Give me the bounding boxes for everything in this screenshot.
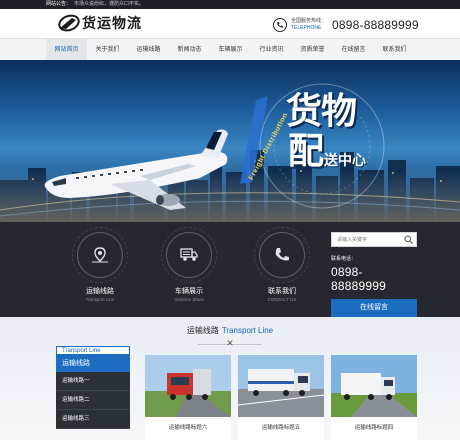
route-card-caption: 运输线路标题四 bbox=[354, 425, 394, 431]
nav-item-industry[interactable]: 行业资讯 bbox=[251, 39, 292, 61]
route-card-image bbox=[238, 355, 324, 417]
truck-icon bbox=[161, 227, 217, 283]
route-pin-icon bbox=[72, 227, 128, 283]
nav-item-message[interactable]: 在线留言 bbox=[333, 39, 374, 61]
search-input[interactable] bbox=[332, 233, 400, 246]
section-title-cn: 运输线路 bbox=[186, 326, 219, 335]
service-vehicles-en: Vehicles Show bbox=[174, 297, 204, 302]
route-card[interactable]: 运输线路标题六 bbox=[145, 355, 231, 440]
close-x-icon: ✕ bbox=[226, 338, 234, 348]
service-contact[interactable]: 联系我们 CONTACT US bbox=[252, 227, 312, 302]
category-header-cn[interactable]: 运输线路 bbox=[56, 355, 130, 372]
hotline: 全国服务热线： TELEPHONE 0898-88889999 bbox=[273, 15, 419, 35]
hotline-en: TELEPHONE bbox=[291, 25, 322, 31]
route-card-caption: 运输线路标题六 bbox=[168, 425, 208, 431]
phone-icon bbox=[273, 18, 287, 32]
service-routes-title: 运输线路 bbox=[86, 288, 114, 295]
section-title-en: Transport Line bbox=[221, 326, 274, 335]
logo-text: 货运物流 bbox=[82, 16, 142, 32]
nav-item-home[interactable]: 网站首页 bbox=[46, 39, 87, 61]
contact-label: 联系电话： bbox=[331, 256, 357, 262]
route-card[interactable]: 运输线路标题五 bbox=[238, 355, 324, 440]
header: 货运物流 全国服务热线： TELEPHONE 0898-88889999 bbox=[0, 9, 460, 37]
notice-bar: 网站公告： 市场众说纷纭，谨防众口不实。 bbox=[0, 0, 460, 9]
hero-banner[interactable]: 货物 配 送中心 Freight Distribution bbox=[0, 60, 460, 222]
search-icon[interactable] bbox=[400, 233, 416, 246]
nav-item-honors[interactable]: 资质荣誉 bbox=[292, 39, 333, 61]
banner-illustration bbox=[0, 83, 460, 222]
search-box bbox=[331, 232, 417, 247]
route-card-caption: 运输线路标题五 bbox=[261, 425, 301, 431]
nav-item-news[interactable]: 新闻动态 bbox=[169, 39, 210, 61]
category-item[interactable]: 运输线路二 bbox=[56, 391, 130, 410]
category-menu: Transport Line 运输线路 运输线路一 运输线路二 运输线路三 bbox=[56, 346, 130, 429]
banner-heading-line2: 配 bbox=[288, 131, 324, 172]
hotline-label: 全国服务热线： bbox=[291, 18, 327, 24]
nav-item-vehicles[interactable]: 车辆展示 bbox=[210, 39, 251, 61]
service-vehicles-title: 车辆展示 bbox=[175, 288, 203, 295]
nav-item-contact[interactable]: 联系我们 bbox=[374, 39, 415, 61]
category-item[interactable]: 运输线路三 bbox=[56, 410, 130, 429]
nav-item-routes[interactable]: 运输线路 bbox=[128, 39, 169, 61]
phone-icon bbox=[254, 227, 310, 283]
service-routes-en: Transport Line bbox=[85, 297, 115, 302]
banner-heading-line3: 送中心 bbox=[324, 153, 366, 169]
contact-number: 0898-88889999 bbox=[331, 265, 386, 293]
hotline-number: 0898-88889999 bbox=[332, 18, 419, 32]
contact-sidebar: 联系电话： 0898-88889999 在线留言 bbox=[331, 232, 417, 317]
service-vehicles[interactable]: 车辆展示 Vehicles Show bbox=[159, 227, 219, 302]
online-message-button[interactable]: 在线留言 bbox=[331, 299, 417, 317]
nav-item-about[interactable]: 关于我们 bbox=[87, 39, 128, 61]
service-contact-title: 联系我们 bbox=[268, 288, 296, 295]
logo-icon bbox=[58, 14, 80, 32]
category-header-en: Transport Line bbox=[56, 346, 130, 355]
notice-label: 网站公告： bbox=[46, 1, 72, 7]
site-logo[interactable]: 货运物流 bbox=[58, 13, 142, 33]
section-title: 运输线路 Transport Line bbox=[0, 325, 460, 336]
route-card-image bbox=[331, 355, 417, 417]
category-item[interactable]: 运输线路一 bbox=[56, 372, 130, 391]
route-card-image bbox=[145, 355, 231, 417]
service-contact-en: CONTACT US bbox=[267, 297, 297, 302]
main-nav: 网站首页 关于我们 运输线路 新闻动态 车辆展示 行业资讯 资质荣誉 在线留言 … bbox=[0, 38, 460, 61]
notice-text[interactable]: 市场众说纷纭，谨防众口不实。 bbox=[74, 1, 144, 7]
route-card[interactable]: 运输线路标题四 bbox=[331, 355, 417, 440]
service-routes[interactable]: 运输线路 Transport Line bbox=[70, 227, 130, 302]
